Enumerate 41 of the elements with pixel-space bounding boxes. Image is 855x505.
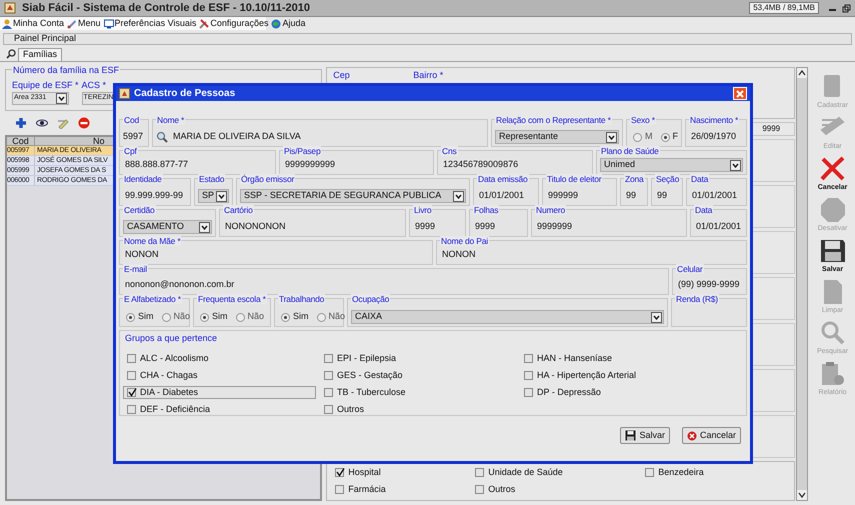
field-label: Plano de Saúde xyxy=(600,146,660,156)
field-label: Livro xyxy=(413,205,432,215)
field-label: Cns xyxy=(441,146,458,156)
field-label: Equipe de ESF * xyxy=(12,80,79,90)
window-title: Siab Fácil - Sistema de Controle de ESF - 10.10/11-2010 xyxy=(22,0,310,16)
field-label: Relação com o Representante * xyxy=(495,115,612,125)
field-label: Data xyxy=(694,205,714,215)
field-label: Titulo de eleitor xyxy=(546,174,602,184)
group-label: Grupos a que pertence xyxy=(125,333,218,343)
panel-title: Painel Principal xyxy=(14,32,76,46)
field-label: Cpf xyxy=(123,146,138,156)
field-label: Data xyxy=(690,174,710,184)
field-label: Ocupação xyxy=(351,294,390,304)
field-label: Certidão xyxy=(123,205,156,215)
field-label: Trabalhando xyxy=(278,294,326,304)
field-label: Zona xyxy=(624,174,645,184)
field-label: Nascimento * xyxy=(689,115,740,125)
field-label: Frequenta escola * xyxy=(197,294,267,304)
field-label: Data emissão xyxy=(477,174,529,184)
field-label: Nome da Mãe * xyxy=(123,236,182,246)
field-label: ACS * xyxy=(82,80,108,90)
field-label: Numero xyxy=(535,205,566,215)
field-label: Seção xyxy=(655,174,680,184)
field-label: Sexo * xyxy=(630,115,656,125)
field-label: Celular xyxy=(676,264,704,274)
field-label: E Alfabetizado * xyxy=(123,294,182,304)
dialog-title: Cadastro de Pessoas xyxy=(134,87,236,101)
field-label: Cod xyxy=(123,115,140,125)
field-label: Identidade xyxy=(123,174,163,184)
field-label: Cep xyxy=(333,69,351,82)
memory-indicator: 53,4MB / 89,1MB xyxy=(749,2,819,14)
field-label: Renda (R$) xyxy=(675,294,719,304)
field-label: Nome do Pai xyxy=(440,236,489,246)
field-label: Estado xyxy=(198,174,226,184)
field-label: Nome * xyxy=(156,115,186,125)
field-label: Bairro * xyxy=(413,69,444,82)
field-label: Cartório xyxy=(223,205,254,215)
field-label: E-mail xyxy=(123,264,148,274)
field-label: Órgão emissor xyxy=(240,174,296,184)
field-label: Folhas xyxy=(473,205,500,215)
field-label: Pis/Pasep xyxy=(283,146,322,156)
